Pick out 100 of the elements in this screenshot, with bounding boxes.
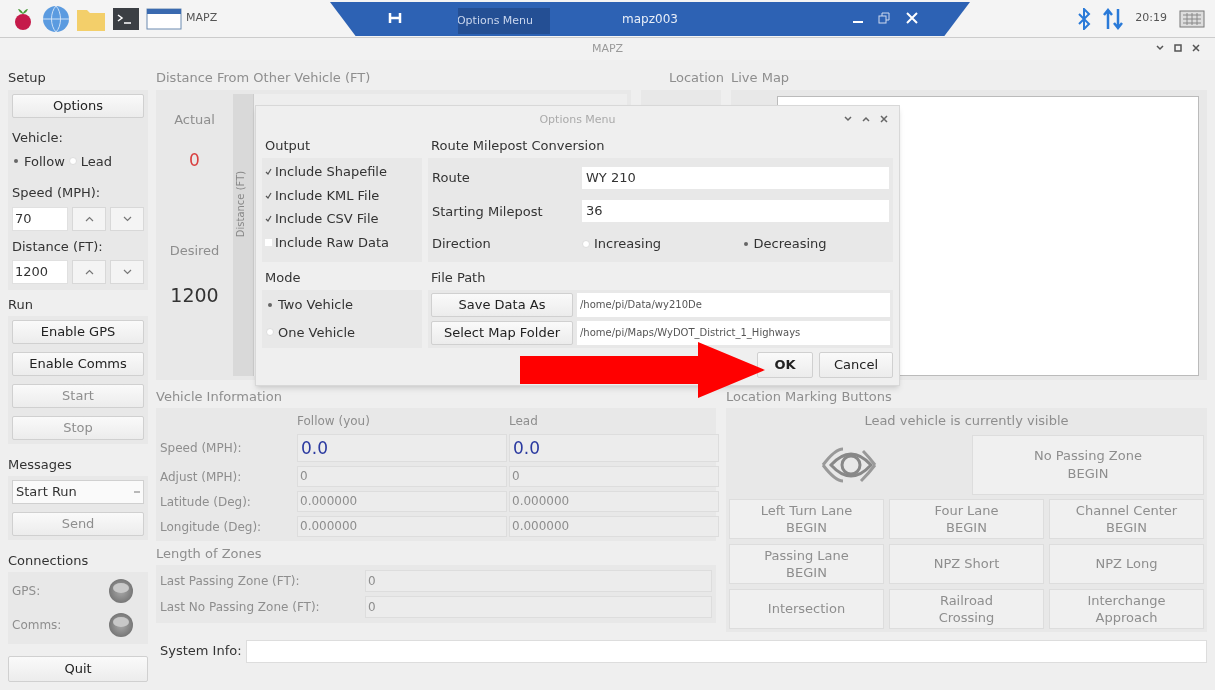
field-label: System Info: [159, 642, 242, 661]
checkbox-option[interactable]: Include Shapefile [264, 162, 420, 182]
field-label: Distance (FT): [12, 237, 104, 256]
minimize-icon[interactable] [1155, 43, 1165, 53]
close-icon[interactable] [879, 114, 889, 124]
input-field: 0 [297, 466, 507, 487]
field-label: Last No Passing Zone (FT): [160, 599, 321, 616]
field-label: Latitude (Deg): [160, 493, 252, 511]
checkbox[interactable] [264, 214, 273, 224]
restore-icon[interactable] [878, 12, 890, 24]
section-heading: Connections [8, 552, 90, 570]
network-arrows-icon[interactable] [1103, 7, 1124, 30]
input-field[interactable] [245, 639, 1207, 663]
checkbox-option[interactable]: Include KML File [264, 185, 420, 205]
chevron-down-icon [122, 269, 132, 275]
number-field[interactable]: 1200 [12, 260, 68, 284]
radio-button[interactable] [68, 157, 77, 166]
dropdown-icon [134, 490, 140, 494]
status-light-icon [108, 612, 134, 638]
radio-button[interactable] [582, 239, 590, 248]
input-field: 0.000000 [297, 516, 507, 537]
chevron-down-icon [122, 215, 132, 222]
status-label: Comms: [12, 617, 62, 634]
section-heading: Route Milepost Conversion [430, 137, 606, 155]
radio-option[interactable]: Follow [12, 151, 65, 171]
checkbox-option[interactable]: Include Raw Data [264, 232, 420, 252]
radio-button[interactable] [743, 241, 748, 246]
window-title: MAPZ [591, 40, 624, 57]
taskbar-button[interactable]: MAPZ [146, 6, 218, 31]
section-heading: Location [668, 69, 721, 87]
section-heading: Length of Zones [156, 545, 263, 563]
dialog-title: Options Menu [539, 111, 616, 128]
button[interactable]: Save Data As [431, 293, 573, 317]
value-label: Desired [169, 242, 220, 260]
input-field[interactable]: 36 [582, 200, 889, 223]
button[interactable]: Quit [8, 656, 148, 682]
terminal-icon[interactable] [112, 5, 140, 32]
globe-icon[interactable] [42, 4, 70, 33]
input-field: 0 [509, 466, 719, 487]
radio-button[interactable] [266, 328, 274, 337]
status-text: Lead vehicle is currently visible [863, 412, 1070, 430]
window-tab[interactable]: Options Menu [458, 8, 550, 34]
bluetooth-icon[interactable] [1077, 7, 1092, 30]
radio-option[interactable]: One Vehicle [266, 322, 418, 342]
field-label: Starting Milepost [432, 202, 544, 221]
radio-button[interactable] [14, 159, 18, 164]
button[interactable]: Enable Comms [12, 352, 144, 376]
checkbox[interactable] [264, 190, 273, 200]
status-label: GPS: [12, 583, 41, 600]
status-light-icon [108, 578, 134, 604]
keyboard-icon[interactable] [1179, 9, 1205, 28]
section-heading: Run [8, 296, 34, 314]
clock-text: 20:19 [1135, 10, 1167, 27]
chevron-up-icon [84, 215, 94, 222]
dropdown[interactable]: Start Run [12, 480, 144, 504]
section-heading: Setup [8, 69, 47, 87]
radio-option[interactable]: Two Vehicle [266, 295, 418, 315]
close-icon[interactable] [1191, 43, 1201, 53]
column-header: Lead [509, 413, 539, 430]
radio-option[interactable]: Decreasing [729, 233, 889, 254]
button[interactable]: OK [757, 352, 813, 378]
input-field: 0.000000 [509, 491, 719, 512]
checkbox-option[interactable]: Include CSV File [264, 209, 420, 229]
section-heading: Live Map [731, 69, 791, 87]
input-field: 0 [365, 570, 712, 592]
field-label: Speed (MPH): [12, 184, 102, 202]
section-heading: Location Marking Buttons [726, 388, 893, 406]
chevron-up-icon [84, 269, 94, 275]
radio-option[interactable]: Lead [68, 151, 112, 171]
input-field: 0 [365, 596, 712, 618]
input-field[interactable]: WY 210 [582, 166, 889, 189]
button[interactable]: Cancel [819, 352, 893, 378]
maximize-icon[interactable] [861, 114, 871, 124]
field-label: Route [432, 169, 471, 187]
actual-value: 0 [189, 148, 200, 172]
desired-value: 1200 [170, 282, 219, 308]
button[interactable]: Select Map Folder [431, 321, 573, 345]
button[interactable]: Options [12, 94, 144, 118]
window-icon [146, 6, 182, 31]
field-label: Last Passing Zone (FT): [160, 573, 301, 590]
section-heading: File Path [430, 269, 487, 287]
radio-option[interactable]: Increasing [582, 233, 730, 254]
section-heading: Distance From Other Vehicle (FT) [156, 69, 372, 87]
minimize-icon[interactable] [843, 114, 853, 124]
checkbox[interactable] [264, 167, 273, 177]
value-label: Actual [174, 111, 215, 129]
field-label: Vehicle: [12, 129, 64, 147]
input-field: 0.000000 [509, 516, 719, 537]
number-field[interactable]: 70 [12, 206, 68, 231]
axis-label: Distance (FT) [234, 169, 247, 240]
input-field[interactable]: /home/pi/Data/wy210De [577, 293, 890, 317]
maximize-icon[interactable] [1173, 43, 1183, 53]
section-heading: Messages [8, 456, 73, 474]
column-header: Follow (you) [297, 413, 371, 430]
section-heading: Output [264, 137, 312, 155]
field-label: Longitude (Deg): [160, 518, 263, 536]
section-heading: Vehicle Information [156, 388, 283, 406]
input-field[interactable]: /home/pi/Maps/WyDOT_District_1_Highways [577, 321, 890, 345]
radio-button[interactable] [268, 302, 272, 307]
button[interactable]: Enable GPS [12, 320, 144, 344]
